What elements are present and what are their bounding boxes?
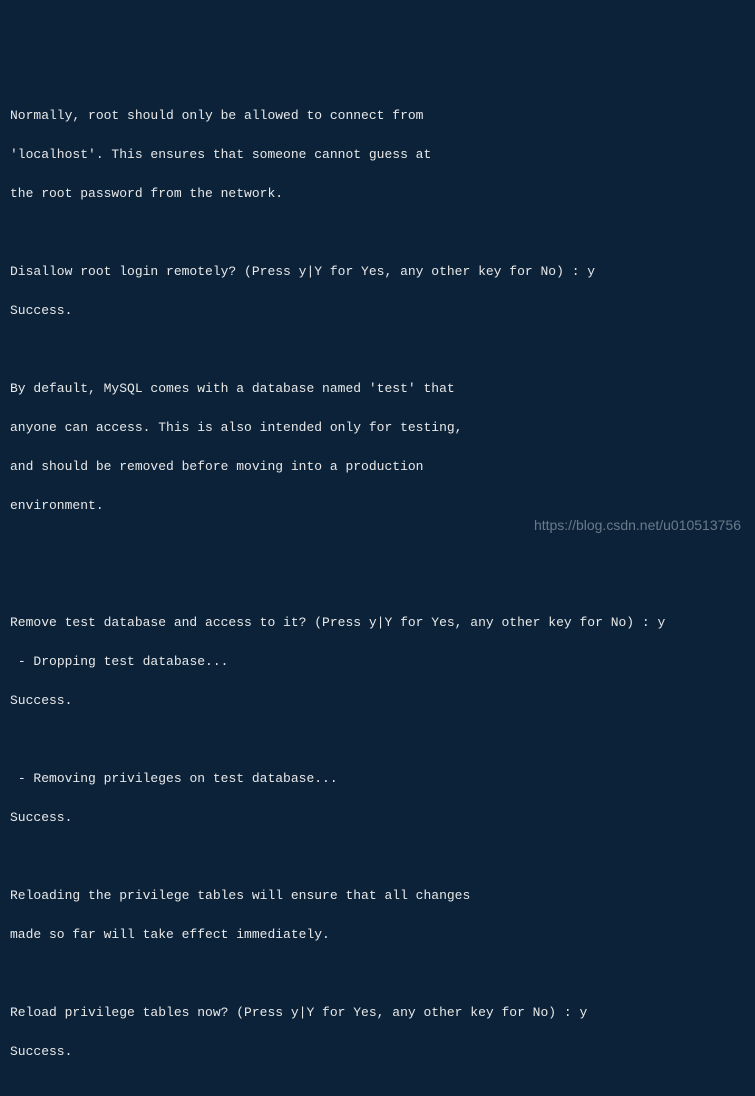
output-line: Success.	[10, 1042, 745, 1062]
output-line: environment.	[10, 496, 745, 516]
output-line	[10, 535, 745, 555]
output-line	[10, 1081, 745, 1096]
output-line: anyone can access. This is also intended…	[10, 418, 745, 438]
output-line: the root password from the network.	[10, 184, 745, 204]
output-line: and should be removed before moving into…	[10, 457, 745, 477]
output-line: 'localhost'. This ensures that someone c…	[10, 145, 745, 165]
output-line: Reloading the privilege tables will ensu…	[10, 886, 745, 906]
output-line	[10, 964, 745, 984]
watermark-text: https://blog.csdn.net/u010513756	[534, 515, 741, 536]
output-line	[10, 847, 745, 867]
output-line: - Removing privileges on test database..…	[10, 769, 745, 789]
output-line: Disallow root login remotely? (Press y|Y…	[10, 262, 745, 282]
terminal-output: Normally, root should only be allowed to…	[10, 86, 745, 1096]
output-line: Reload privilege tables now? (Press y|Y …	[10, 1003, 745, 1023]
output-line	[10, 574, 745, 594]
output-line: By default, MySQL comes with a database …	[10, 379, 745, 399]
output-line	[10, 340, 745, 360]
output-line: Normally, root should only be allowed to…	[10, 106, 745, 126]
output-line	[10, 730, 745, 750]
output-line: - Dropping test database...	[10, 652, 745, 672]
output-line: Remove test database and access to it? (…	[10, 613, 745, 633]
output-line: Success.	[10, 691, 745, 711]
output-line	[10, 223, 745, 243]
output-line: Success.	[10, 808, 745, 828]
output-line: Success.	[10, 301, 745, 321]
output-line: made so far will take effect immediately…	[10, 925, 745, 945]
